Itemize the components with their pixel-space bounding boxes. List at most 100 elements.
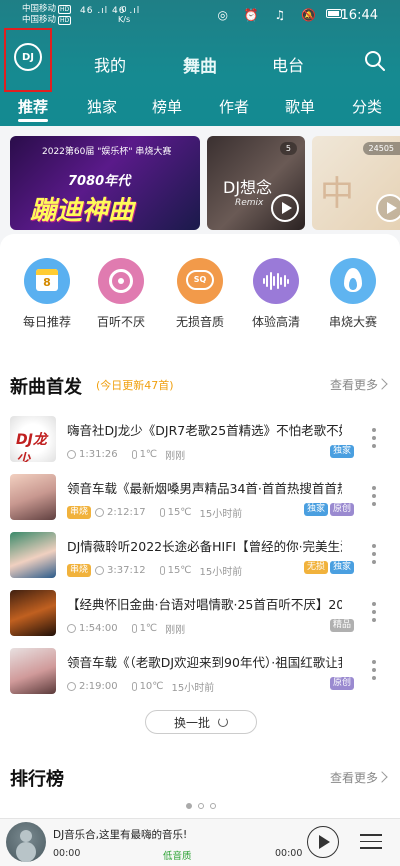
chevron-right-icon[interactable] xyxy=(376,771,388,783)
tab-playlists[interactable]: 歌单 xyxy=(285,96,315,117)
category-medley[interactable]: 串烧大赛 xyxy=(318,258,388,330)
song-tags: 独家 xyxy=(329,445,356,458)
song-meta: 串烧 2:12:17 15℃ 15小时前 xyxy=(67,505,242,520)
tab-categories[interactable]: 分类 xyxy=(352,96,382,117)
banner-carousel: 2022第60届 "娱乐杯" 串烧大赛 7080年代 蹦迪神曲 5 DJ想念 R… xyxy=(0,126,400,234)
tab-authors[interactable]: 作者 xyxy=(219,96,249,117)
song-cover xyxy=(10,474,56,520)
speed-unit: K/s xyxy=(118,15,131,24)
song-item[interactable]: DJ龙少 嗨音社DJ龙少《DJR7老歌25首精选》不怕老歌不好听 1:31:26… xyxy=(0,416,400,474)
song-item[interactable]: 领音车载《最新烟嗓男声精品34首·首首热搜首首热榜 串烧 2:12:17 15℃… xyxy=(0,474,400,532)
section-title-new-songs: 新曲首发 xyxy=(10,377,82,398)
song-cover xyxy=(10,648,56,694)
song-tags: 原创 xyxy=(329,677,356,690)
more-options-icon[interactable] xyxy=(372,428,376,450)
clock-icon xyxy=(95,566,105,575)
heat-icon xyxy=(131,682,137,691)
more-options-icon[interactable] xyxy=(372,544,376,566)
heat-icon xyxy=(131,450,137,459)
banner-subtitle: 2022第60届 "娱乐杯" 串烧大赛 xyxy=(42,147,172,157)
status-time: 16:44 xyxy=(340,8,378,23)
section-title-ranking: 排行榜 xyxy=(10,769,64,790)
more-options-icon[interactable] xyxy=(372,660,376,682)
refresh-icon xyxy=(218,717,228,727)
status-bar: 中国移动 HD 中国移动 HD 46 .ıl 46 .ıl 0 K/s ◎ ⏰ ♫ … xyxy=(0,0,400,34)
song-tags: 独家 原创 xyxy=(303,503,356,516)
banner-title: 中 xyxy=(320,174,354,214)
category-daily[interactable]: 8 每日推荐 xyxy=(12,258,82,330)
disc-icon xyxy=(98,258,144,304)
banner-subtitle: Remix xyxy=(235,198,264,208)
play-icon[interactable] xyxy=(307,826,339,858)
playlist-icon[interactable] xyxy=(360,834,382,852)
logo-highlight[interactable]: DJ xyxy=(4,28,52,92)
song-item[interactable]: 【经典怀旧金曲·台语对唱情歌·25首百听不厌】2022 1:54:00 1℃ 刚… xyxy=(0,590,400,648)
play-icon[interactable] xyxy=(376,194,400,222)
song-meta: 串烧 3:37:12 15℃ 15小时前 xyxy=(67,563,242,578)
category-lossless[interactable]: SQ 无损音质 xyxy=(165,258,235,330)
banner-title: DJ想念 xyxy=(223,178,273,197)
song-cover xyxy=(10,590,56,636)
song-item[interactable]: DJ情薇聆听2022长途必备HIFI【曾经的你·完美生活】 串烧 3:37:12… xyxy=(0,532,400,590)
song-cover xyxy=(10,532,56,578)
song-title: 领音车载《最新烟嗓男声精品34首·首首热搜首首热榜 xyxy=(67,481,342,496)
waveform-icon xyxy=(253,258,299,304)
nav-tab-radio[interactable]: 电台 xyxy=(272,52,304,76)
tab-charts[interactable]: 榜单 xyxy=(152,96,182,117)
nav-tab-mine[interactable]: 我的 xyxy=(94,52,126,76)
quality-toggle[interactable]: 低音质 xyxy=(163,848,192,862)
song-item[interactable]: 领音车载《（老歌DJ欢迎来到90年代）·祖国红歌让我 2:19:00 10℃ 1… xyxy=(0,648,400,706)
view-more-link[interactable]: 查看更多 xyxy=(330,376,378,393)
player-title: DJ音乐合,这里有最嗨的音乐! xyxy=(53,829,188,841)
song-meta: 1:54:00 1℃ 刚刚 xyxy=(67,621,185,636)
speed-value: 0 xyxy=(121,5,127,14)
heat-icon xyxy=(159,566,165,575)
play-icon[interactable] xyxy=(271,194,299,222)
song-title: DJ情薇聆听2022长途必备HIFI【曾经的你·完美生活】 xyxy=(67,539,342,554)
carrier-1: 中国移动 xyxy=(22,4,57,14)
play-count-badge: 5 xyxy=(279,142,297,155)
status-icons: ◎ ⏰ ♫ 🔕 xyxy=(217,8,322,22)
heat-icon xyxy=(159,508,165,517)
song-title: 领音车载《（老歌DJ欢迎来到90年代）·祖国红歌让我 xyxy=(67,655,342,670)
dj-logo-icon[interactable]: DJ xyxy=(14,43,42,71)
content-sheet: 8 每日推荐 百听不厌 SQ 无损音质 体验高清 串烧大赛 新曲首发 (今日更新… xyxy=(0,234,400,818)
tab-exclusive[interactable]: 独家 xyxy=(87,96,117,117)
new-songs-count: (今日更新47首) xyxy=(96,379,174,392)
refresh-batch-button[interactable]: 换一批 xyxy=(145,710,257,734)
nav-tab-dance[interactable]: 舞曲 xyxy=(183,52,217,77)
view-more-link[interactable]: 查看更多 xyxy=(330,769,378,786)
page-indicator xyxy=(183,803,219,809)
category-label: 无损音质 xyxy=(175,315,224,329)
clock-icon xyxy=(67,624,76,633)
avatar[interactable] xyxy=(6,822,46,862)
category-label: 每日推荐 xyxy=(22,315,71,329)
total-time: 00:00 xyxy=(275,848,303,859)
more-options-icon[interactable] xyxy=(372,602,376,624)
signal-icon: 46 .ıl 46 .ıl xyxy=(80,6,141,16)
banner-title: 蹦迪神曲 xyxy=(30,196,135,226)
banner-contest[interactable]: 2022第60届 "娱乐杯" 串烧大赛 7080年代 蹦迪神曲 xyxy=(10,136,200,230)
category-row: 8 每日推荐 百听不厌 SQ 无损音质 体验高清 串烧大赛 xyxy=(0,258,400,338)
song-title: 【经典怀旧金曲·台语对唱情歌·25首百听不厌】2022 xyxy=(67,597,342,612)
app-header: 中国移动 HD 中国移动 HD 46 .ıl 46 .ıl 0 K/s ◎ ⏰ ♫ … xyxy=(0,0,400,126)
search-icon[interactable] xyxy=(364,50,386,72)
banner-third[interactable]: 24505 中 xyxy=(312,136,400,230)
category-hd[interactable]: 体验高清 xyxy=(241,258,311,330)
category-label: 百听不厌 xyxy=(96,315,145,329)
chevron-right-icon[interactable] xyxy=(376,378,388,390)
banner-era: 7080年代 xyxy=(68,174,131,189)
category-classic[interactable]: 百听不厌 xyxy=(86,258,156,330)
song-tags: 精品 xyxy=(329,619,356,632)
heat-icon xyxy=(131,624,137,633)
tab-recommend[interactable]: 推荐 xyxy=(18,96,48,117)
mini-player[interactable]: DJ音乐合,这里有最嗨的音乐! 00:00 低音质 00:00 xyxy=(0,818,400,866)
carrier-2: 中国移动 xyxy=(22,15,57,25)
clock-icon xyxy=(95,508,105,517)
song-meta: 2:19:00 10℃ 15小时前 xyxy=(67,679,214,694)
song-cover: DJ龙少 xyxy=(10,416,56,462)
more-options-icon[interactable] xyxy=(372,486,376,508)
carrier-info: 中国移动 HD 中国移动 HD xyxy=(22,4,72,26)
banner-dj-xiangnian[interactable]: 5 DJ想念 Remix xyxy=(207,136,305,230)
clock-icon xyxy=(67,682,76,691)
